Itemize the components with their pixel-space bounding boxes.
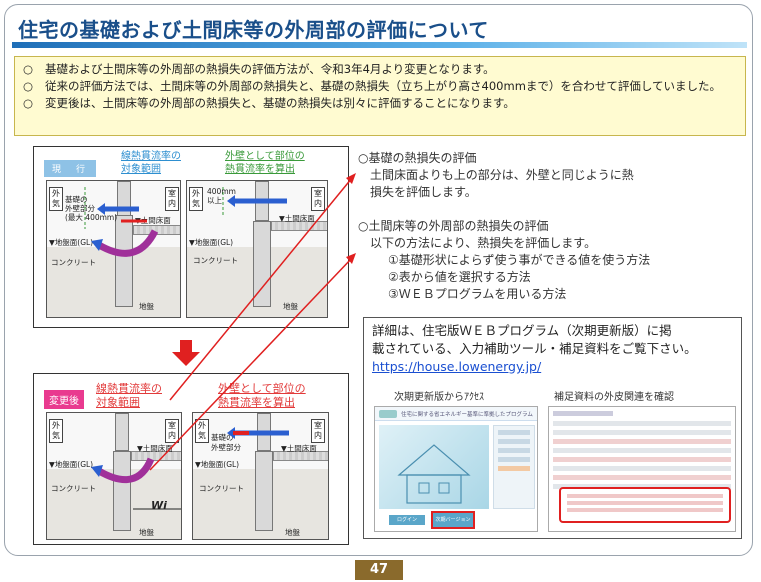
page-number: 47 (355, 560, 403, 580)
thumb-title: 住宅に関する省エネルギー基準に準拠したプログラム (401, 412, 533, 418)
house-illustration (379, 425, 489, 509)
detail-line: 詳細は、住宅版ＷＥＢプログラム（次期更新版）に掲 (372, 323, 672, 338)
eval-line: 損失を評価します。 (370, 185, 477, 199)
eval-line: ①基礎形状によらず使う事ができる値を使う方法 (388, 253, 651, 267)
eval-heading: ○基礎の熱損失の評価 (358, 151, 477, 165)
eval-line: ②表から値を選択する方法 (388, 270, 531, 284)
caption-right: 補足資料の外皮関連を確認 (554, 392, 674, 403)
eval-heading: ○土間床等の外周部の熱損失の評価 (358, 219, 549, 233)
eval-line: 土間床面よりも上の部分は、外壁と同じように熱 (370, 168, 634, 182)
thumb-heading (553, 411, 613, 416)
thumb-sidebar (493, 425, 535, 509)
eval-line: 以下の方法により、熱損失を評価します。 (370, 236, 597, 250)
detail-line: 載されている、入力補助ツール・補足資料をご覧下さい。 (372, 341, 697, 356)
login-button[interactable]: ログイン (389, 515, 425, 525)
next-version-button[interactable]: 次期バージョン (431, 511, 475, 529)
website-link[interactable]: https://house.lowenergy.jp/ (372, 358, 737, 376)
supplementary-materials-thumbnail[interactable] (548, 406, 736, 532)
detail-text: 詳細は、住宅版ＷＥＢプログラム（次期更新版）に掲 載されている、入力補助ツール・… (372, 322, 737, 376)
slab-perimeter-eval: ○土間床等の外周部の熱損失の評価 以下の方法により、熱損失を評価します。 ①基礎… (358, 218, 650, 303)
detail-box: 詳細は、住宅版ＷＥＢプログラム（次期更新版）に掲 載されている、入力補助ツール・… (363, 317, 742, 539)
thumb-header: 住宅に関する省エネルギー基準に準拠したプログラム (375, 407, 537, 421)
house-icon (397, 444, 471, 504)
document-list (553, 421, 731, 493)
envelope-docs-highlight[interactable] (559, 487, 731, 523)
foundation-eval: ○基礎の熱損失の評価 土間床面よりも上の部分は、外壁と同じように熱 損失を評価し… (358, 150, 634, 201)
eval-line: ③ＷＥＢプログラムを用いる方法 (388, 287, 567, 301)
caption-left: 次期更新版からｱｸｾｽ (394, 392, 484, 403)
program-site-thumbnail[interactable]: 住宅に関する省エネルギー基準に準拠したプログラム ログイン 次期バージョン (374, 406, 538, 532)
logo-icon (379, 410, 397, 418)
